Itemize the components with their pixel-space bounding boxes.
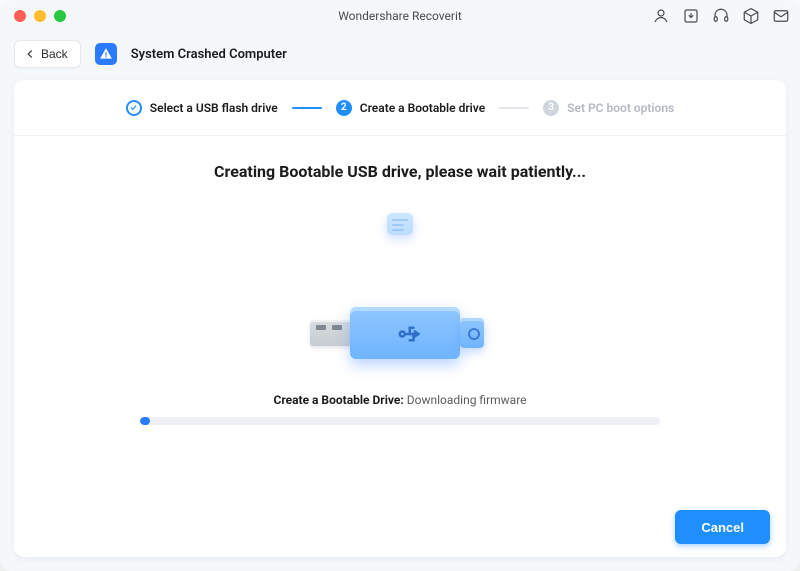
- mail-icon[interactable]: [772, 7, 790, 25]
- step-1-label: Select a USB flash drive: [150, 101, 278, 115]
- support-icon[interactable]: [712, 7, 730, 25]
- stepper-connector: [499, 107, 529, 109]
- progress-bar-fill: [140, 417, 150, 425]
- close-window-button[interactable]: [14, 10, 26, 22]
- main-heading: Creating Bootable USB drive, please wait…: [214, 162, 586, 181]
- status-value: Downloading firmware: [407, 393, 527, 407]
- step-3-label: Set PC boot options: [567, 101, 674, 115]
- fullscreen-window-button[interactable]: [54, 10, 66, 22]
- status-label: Create a Bootable Drive:: [273, 393, 403, 407]
- step-2-badge: 2: [336, 100, 352, 116]
- window-controls: [14, 10, 66, 22]
- progress-bar: [140, 417, 660, 425]
- title-bar: Wondershare Recoverit: [0, 0, 800, 32]
- cube-icon[interactable]: [742, 7, 760, 25]
- usb-symbol-icon: [396, 319, 426, 349]
- card-footer: Cancel: [14, 497, 786, 557]
- warning-icon: [95, 43, 117, 65]
- back-button-label: Back: [41, 47, 68, 61]
- title-bar-icons: [652, 0, 790, 32]
- step-3: 3 Set PC boot options: [543, 100, 674, 116]
- breadcrumb-title: System Crashed Computer: [131, 47, 287, 62]
- stepper-connector: [292, 107, 322, 109]
- step-1: Select a USB flash drive: [126, 100, 278, 116]
- back-button[interactable]: Back: [14, 40, 81, 68]
- step-2: 2 Create a Bootable drive: [336, 100, 485, 116]
- check-icon: [126, 100, 142, 116]
- minimize-window-button[interactable]: [34, 10, 46, 22]
- account-icon[interactable]: [652, 7, 670, 25]
- stepper: Select a USB flash drive 2 Create a Boot…: [14, 80, 786, 136]
- usb-drive-icon: [310, 303, 490, 363]
- main-card: Select a USB flash drive 2 Create a Boot…: [14, 80, 786, 557]
- cancel-button-label: Cancel: [701, 520, 744, 535]
- step-2-label: Create a Bootable drive: [360, 101, 485, 115]
- arrow-left-icon: [23, 47, 37, 61]
- breadcrumb: Back System Crashed Computer: [0, 32, 800, 76]
- app-window: Wondershare Recoverit Back: [0, 0, 800, 571]
- status-line: Create a Bootable Drive: Downloading fir…: [273, 393, 526, 407]
- usb-illustration: [270, 213, 530, 383]
- import-icon[interactable]: [682, 7, 700, 25]
- cancel-button[interactable]: Cancel: [675, 510, 770, 544]
- step-3-badge: 3: [543, 100, 559, 116]
- file-chip-icon: [387, 213, 413, 235]
- main-content: Creating Bootable USB drive, please wait…: [14, 136, 786, 497]
